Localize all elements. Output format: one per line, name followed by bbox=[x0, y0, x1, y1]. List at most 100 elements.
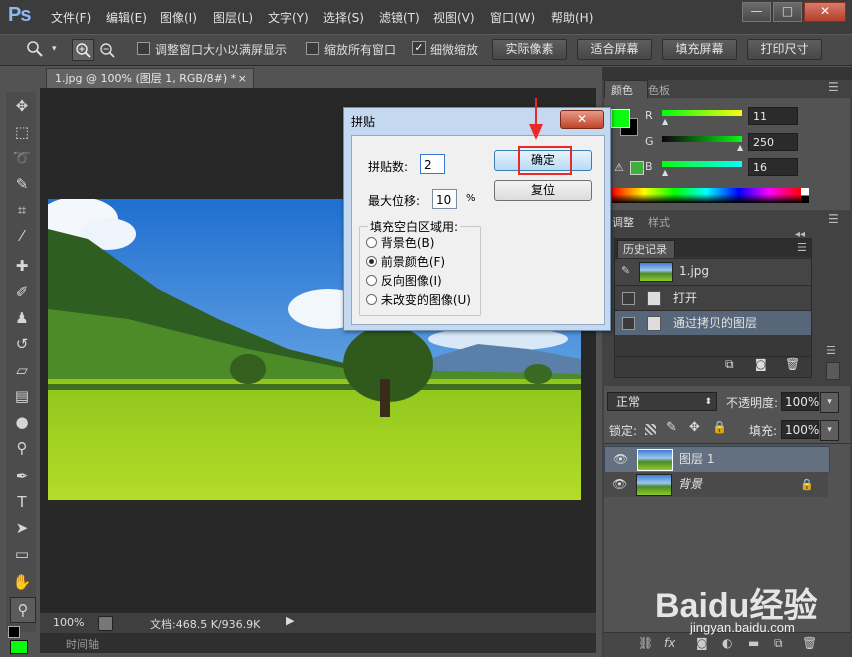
menu-filter[interactable]: 滤镜(T) bbox=[379, 9, 420, 26]
menu-help[interactable]: 帮助(H) bbox=[551, 9, 593, 26]
history-snapshot[interactable]: ✎ 1.jpg bbox=[615, 258, 811, 285]
channel-r-slider[interactable] bbox=[662, 110, 742, 116]
tiles-input[interactable]: 2 bbox=[420, 154, 445, 174]
visibility-eye-icon[interactable]: 👁 bbox=[612, 472, 627, 497]
path-selection-tool-icon[interactable]: ➤ bbox=[10, 516, 34, 540]
tab-swatches[interactable]: 色板 bbox=[648, 82, 670, 98]
brush-tool-icon[interactable]: ✐ bbox=[10, 280, 34, 304]
fit-screen-button[interactable]: 适合屏幕 bbox=[577, 39, 652, 60]
new-snapshot-icon[interactable]: ◙ bbox=[755, 357, 767, 371]
zoom-out-icon[interactable] bbox=[97, 40, 117, 60]
history-item[interactable]: 打开 bbox=[615, 285, 811, 310]
marquee-tool-icon[interactable]: ⬚ bbox=[10, 120, 34, 144]
new-group-icon[interactable]: ▬ bbox=[748, 636, 759, 650]
crop-tool-icon[interactable]: ⌗ bbox=[10, 198, 34, 222]
fill-screen-button[interactable]: 填充屏幕 bbox=[662, 39, 737, 60]
opacity-chevron-icon[interactable]: ▾ bbox=[820, 392, 839, 413]
menu-view[interactable]: 视图(V) bbox=[433, 9, 475, 26]
print-size-button[interactable]: 打印尺寸 bbox=[747, 39, 822, 60]
max-offset-input[interactable]: 10 bbox=[432, 189, 457, 209]
minimize-button[interactable]: — bbox=[742, 2, 771, 22]
type-tool-icon[interactable]: T bbox=[10, 490, 34, 514]
channel-g-value[interactable]: 250 bbox=[748, 133, 798, 151]
menu-select[interactable]: 选择(S) bbox=[323, 9, 364, 26]
fill-input[interactable]: 100% bbox=[781, 420, 819, 439]
fill-chevron-icon[interactable]: ▾ bbox=[820, 420, 839, 441]
menu-file[interactable]: 文件(F) bbox=[51, 9, 91, 26]
new-layer-icon[interactable]: ⧉ bbox=[774, 636, 783, 651]
zoom-level[interactable]: 100% bbox=[53, 616, 84, 629]
add-mask-icon[interactable]: ◙ bbox=[696, 636, 708, 650]
channel-b-handle-icon[interactable]: ▲ bbox=[662, 168, 668, 177]
scrubby-zoom-checkbox[interactable]: ✓ bbox=[412, 41, 426, 55]
layer-row[interactable]: 👁 背景 🔒 bbox=[604, 472, 828, 497]
zoom-tool-icon[interactable] bbox=[26, 40, 44, 58]
radio-unaltered-image[interactable]: 未改变的图像(U) bbox=[366, 291, 471, 308]
new-document-from-state-icon[interactable]: ⧉ bbox=[725, 357, 734, 372]
channel-g-slider[interactable] bbox=[662, 136, 742, 142]
menu-window[interactable]: 窗口(W) bbox=[490, 9, 535, 26]
history-menu-icon[interactable]: ☰ bbox=[797, 241, 807, 254]
adjust-panel-menu-icon[interactable]: ☰ bbox=[828, 212, 839, 226]
actual-pixels-button[interactable]: 实际像素 bbox=[492, 39, 567, 60]
channel-g-handle-icon[interactable]: ▲ bbox=[737, 143, 743, 152]
maximize-button[interactable]: □ bbox=[773, 2, 802, 22]
pen-tool-icon[interactable]: ✒ bbox=[10, 464, 34, 488]
layers-menu-icon[interactable]: ☰ bbox=[826, 344, 836, 357]
eyedropper-tool-icon[interactable]: ⁄ bbox=[10, 224, 34, 248]
layer-row[interactable]: 👁 图层 1 bbox=[604, 446, 830, 473]
gradient-tool-icon[interactable]: ▤ bbox=[10, 384, 34, 408]
tab-adjustments[interactable]: 调整 bbox=[612, 214, 634, 230]
link-layers-icon[interactable]: ⛓ bbox=[638, 636, 653, 650]
lock-all-icon[interactable]: 🔒 bbox=[712, 420, 727, 434]
share-icon[interactable] bbox=[98, 616, 113, 631]
blur-tool-icon[interactable]: ● bbox=[10, 410, 34, 434]
delete-layer-icon[interactable]: 🗑 bbox=[802, 636, 817, 650]
lock-image-icon[interactable]: ✎ bbox=[666, 420, 677, 435]
timeline-label[interactable]: 时间轴 bbox=[66, 636, 99, 652]
menu-layer[interactable]: 图层(L) bbox=[213, 9, 253, 26]
black-white-ramp[interactable] bbox=[801, 188, 809, 203]
layer-name[interactable]: 图层 1 bbox=[679, 447, 714, 472]
toolbar-foreground-swatch[interactable] bbox=[10, 640, 28, 654]
clone-stamp-tool-icon[interactable]: ♟ bbox=[10, 306, 34, 330]
channel-b-value[interactable]: 16 bbox=[748, 158, 798, 176]
lock-transparent-icon[interactable] bbox=[645, 424, 656, 435]
opacity-input[interactable]: 100% bbox=[781, 392, 819, 411]
channel-b-slider[interactable] bbox=[662, 161, 742, 167]
history-item[interactable]: 通过拷贝的图层 bbox=[615, 310, 811, 335]
dodge-tool-icon[interactable]: ⚲ bbox=[10, 436, 34, 460]
websafe-color-swatch[interactable] bbox=[630, 161, 644, 175]
dialog-close-icon[interactable]: ✕ bbox=[560, 110, 604, 129]
history-collapse-icon[interactable]: ◂◂ bbox=[795, 229, 805, 240]
foreground-color-swatch[interactable] bbox=[611, 109, 630, 128]
status-menu-arrow-icon[interactable]: ▶ bbox=[286, 614, 294, 627]
radio-foreground-color[interactable]: 前景颜色(F) bbox=[366, 253, 445, 270]
shape-tool-icon[interactable]: ▭ bbox=[10, 542, 34, 566]
healing-brush-tool-icon[interactable]: ✚ bbox=[10, 254, 34, 278]
zoom-in-icon[interactable] bbox=[72, 39, 94, 61]
quick-select-tool-icon[interactable]: ✎ bbox=[10, 172, 34, 196]
tab-styles[interactable]: 样式 bbox=[648, 214, 670, 230]
tool-preset-chevron-icon[interactable]: ▾ bbox=[52, 44, 57, 54]
eraser-tool-icon[interactable]: ▱ bbox=[10, 358, 34, 382]
visibility-eye-icon[interactable]: 👁 bbox=[613, 447, 628, 472]
channel-r-value[interactable]: 11 bbox=[748, 107, 798, 125]
gamut-warning-icon[interactable]: ⚠ bbox=[614, 161, 624, 174]
panel-scrollbar[interactable] bbox=[826, 362, 840, 380]
panel-menu-icon[interactable]: ☰ bbox=[828, 80, 839, 94]
lock-position-icon[interactable]: ✥ bbox=[689, 420, 700, 435]
zoom-tool-selected-icon[interactable]: ⚲ bbox=[10, 597, 36, 623]
channel-r-handle-icon[interactable]: ▲ bbox=[662, 117, 668, 126]
menu-edit[interactable]: 编辑(E) bbox=[106, 9, 147, 26]
document-tab[interactable]: 1.jpg @ 100% (图层 1, RGB/8#) * × bbox=[46, 68, 254, 88]
adjustment-layer-icon[interactable]: ◐ bbox=[722, 636, 732, 650]
zoom-all-checkbox[interactable] bbox=[306, 42, 319, 58]
history-brush-tool-icon[interactable]: ↺ bbox=[10, 332, 34, 356]
close-window-button[interactable]: ✕ bbox=[804, 2, 846, 22]
blend-mode-select[interactable]: 正常 ⬍ bbox=[607, 392, 717, 411]
resize-windows-checkbox[interactable] bbox=[137, 42, 150, 58]
move-tool-icon[interactable]: ✥ bbox=[10, 94, 34, 118]
lasso-tool-icon[interactable]: ➰ bbox=[10, 146, 34, 170]
radio-wrap-around[interactable]: 反向图像(I) bbox=[366, 272, 442, 289]
